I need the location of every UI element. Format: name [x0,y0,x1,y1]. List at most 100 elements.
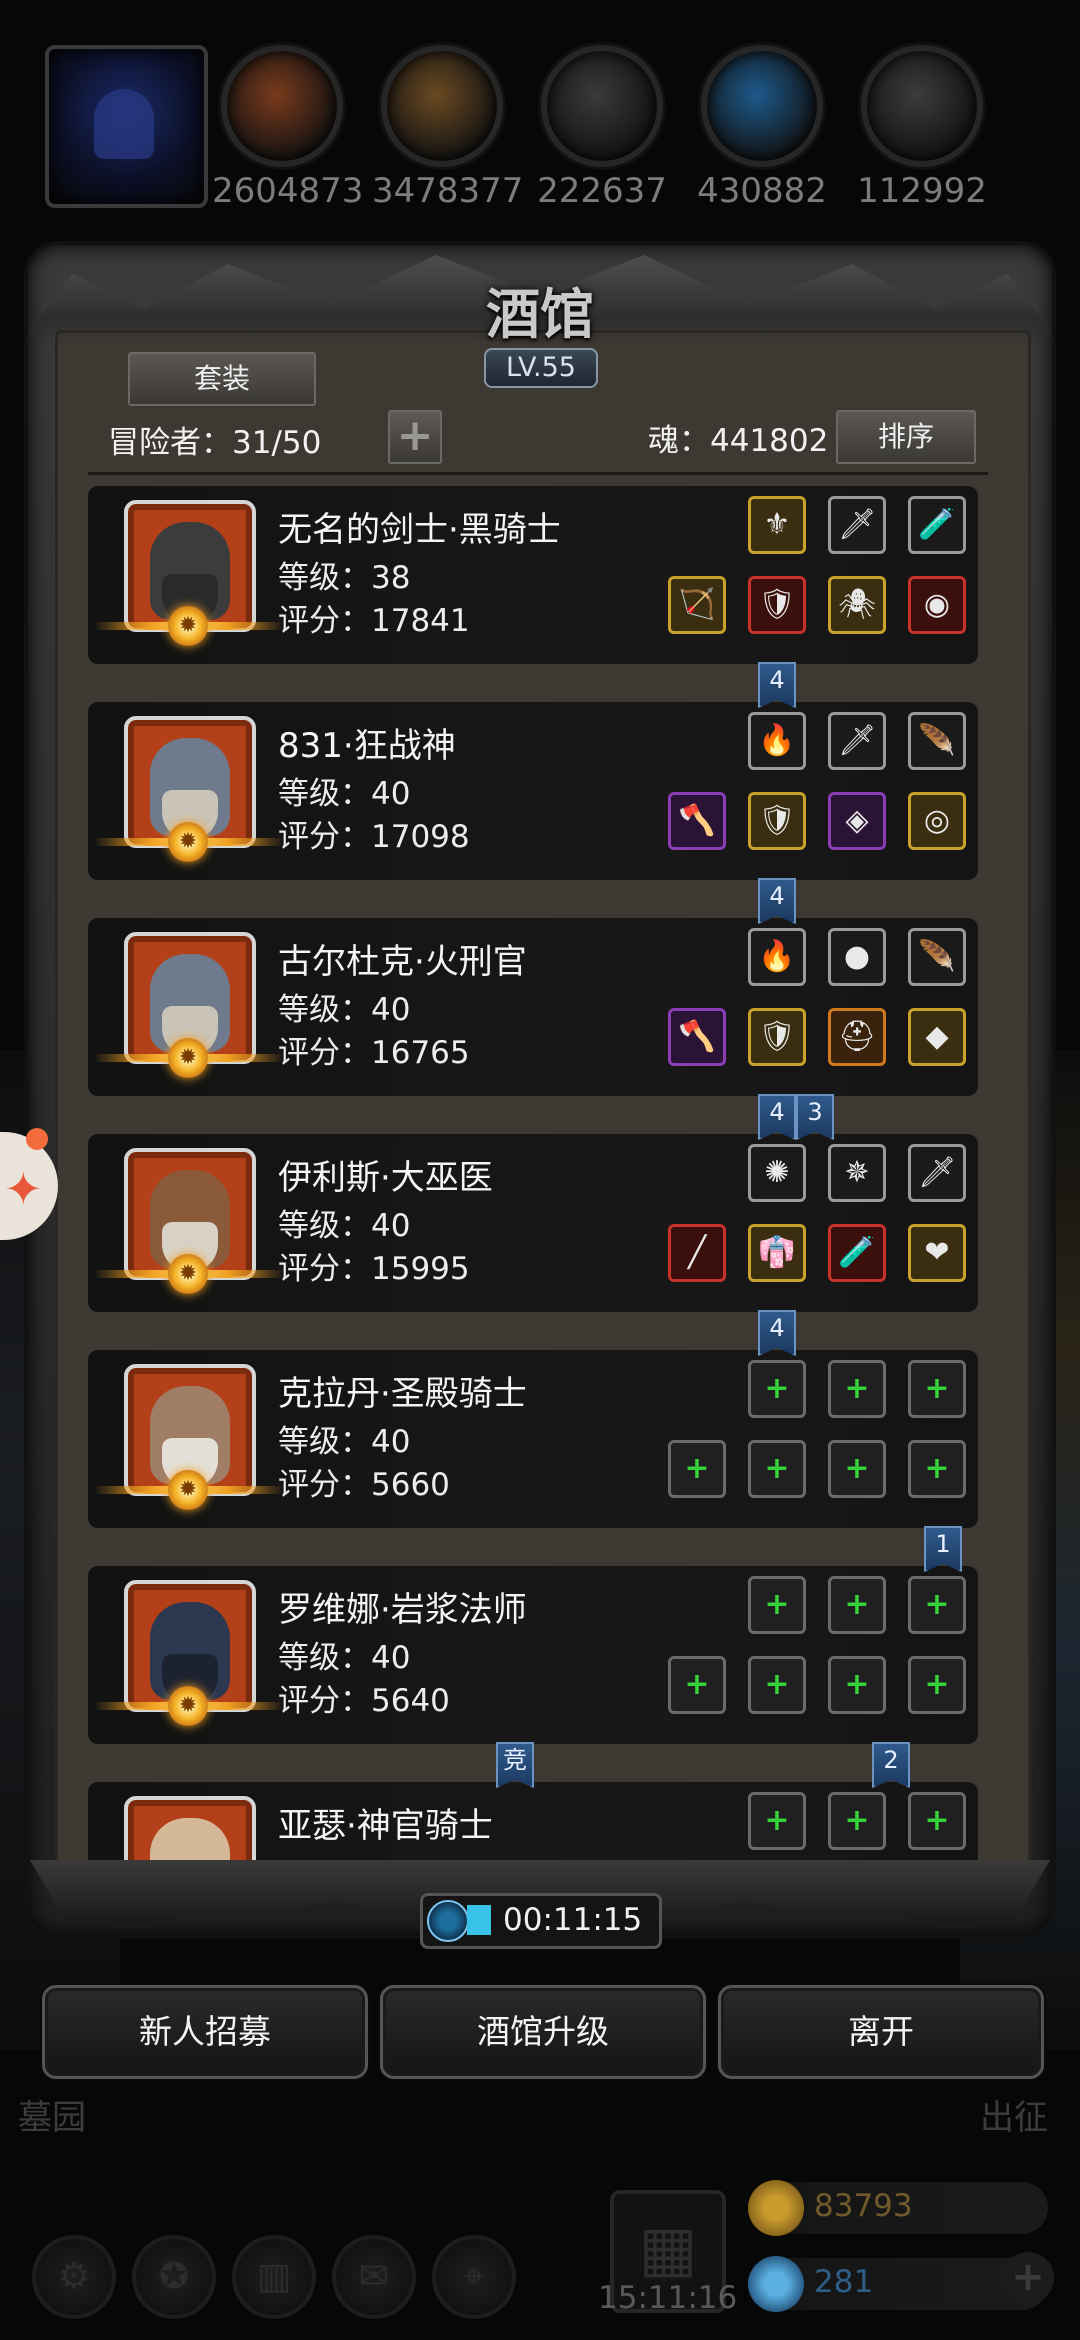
equipment-slot[interactable]: + [748,1360,806,1418]
equipment-slot[interactable]: ◈ [828,792,886,850]
equipment-slot[interactable]: + [748,1576,806,1634]
wood-icon [381,45,503,167]
gear-icon[interactable]: ⚙ [32,2235,116,2319]
add-adventurer-slot-button[interactable]: + [388,410,442,464]
equipment-slot[interactable]: 🕷 [828,576,886,634]
hero-card[interactable]: ✹ 伊利斯·大巫医 等级：40 评分：15995 ✺ ✵ 🗡 ╱ 👘 🧪 ❤ [88,1134,978,1312]
star-icon[interactable]: ✪ [132,2235,216,2319]
equipment-slot[interactable]: 🗡 [828,712,886,770]
hero-score: 评分：5660 [278,1467,450,1503]
tavern-level-badge: LV.55 [484,348,598,388]
sort-button[interactable]: 排序 [836,410,976,464]
equipment-slot[interactable]: + [908,1576,966,1634]
equipment-slot[interactable]: + [748,1656,806,1714]
equipment-slot[interactable]: ✺ [748,1144,806,1202]
gold-value: 83793 [814,2188,913,2224]
equipment-slot[interactable]: 🗡 [828,496,886,554]
equipment-slot[interactable]: + [668,1440,726,1498]
equipment-slot[interactable]: ⚜ [748,496,806,554]
hero-name: 罗维娜·岩浆法师 [278,1590,527,1630]
equipment-slot[interactable]: + [908,1360,966,1418]
equipment-slot[interactable]: 🔥 [748,712,806,770]
equipment-slot[interactable]: + [908,1792,966,1850]
hero-score: 评分：16765 [278,1035,470,1071]
equipment-slot[interactable]: 🗡 [908,1144,966,1202]
equipment-slot[interactable]: ● [828,928,886,986]
hero-card[interactable]: ✹ 无名的剑士·黑骑士 等级：38 评分：17841 ⚜ 🗡 🧪 🏹 🛡 🕷 ◉ [88,486,978,664]
resource-1[interactable]: 3478377 [372,45,524,211]
equipment-slot[interactable]: 🛡 [748,576,806,634]
equipment-slot[interactable]: 🧪 [908,496,966,554]
equipment-slot[interactable]: + [748,1792,806,1850]
equipment-slot[interactable]: + [748,1440,806,1498]
rank-emblem-icon: ✹ [168,606,208,646]
equipment-slot[interactable]: ✵ [828,1144,886,1202]
equipment-slot[interactable]: + [828,1360,886,1418]
hero-list[interactable]: ✹ 无名的剑士·黑骑士 等级：38 评分：17841 ⚜ 🗡 🧪 🏹 🛡 🕷 ◉ ✹ 831·狂战神 等级… [82,486,982,1874]
tavern-upgrade-button[interactable]: 酒馆升级 [380,1985,706,2079]
equipment-slot[interactable]: 👘 [748,1224,806,1282]
rank-emblem-icon: ✹ [168,1470,208,1510]
equipment-slot[interactable]: + [668,1656,726,1714]
star-icon: ✦ [4,1162,43,1216]
rank-emblem-icon: ✹ [168,1254,208,1294]
hero-name: 831·狂战神 [278,726,456,766]
hero-card[interactable]: ✹ 罗维娜·岩浆法师 等级：40 评分：5640 + + + + + + + [88,1566,978,1744]
add-currency-button[interactable]: + [1002,2252,1054,2304]
equipment-slot[interactable]: 🪶 [908,712,966,770]
hero-level: 等级：40 [278,1208,411,1244]
hero-name: 古尔杜克·火刑官 [278,942,527,982]
resource-0[interactable]: 2604873 [212,45,364,211]
equipment-slot[interactable]: + [828,1440,886,1498]
hero-score: 评分：17098 [278,819,470,855]
suit-button[interactable]: 套装 [128,352,316,406]
equipment-slot[interactable]: ◆ [908,1008,966,1066]
resource-3[interactable]: 430882 [692,45,832,211]
equipment-slot[interactable]: 🛡 [748,1008,806,1066]
clock-icon [427,1900,469,1942]
hero-card[interactable]: ✹ 古尔杜克·火刑官等级：40 评分：16765 🔥 ● 🪶 🪓 🛡 ⛑ ◆ [88,918,978,1096]
resource-2[interactable]: 222637 [532,45,672,211]
hero-card[interactable]: ✹ 831·狂战神 等级：40 评分：17098 🔥 🗡 🪶 🪓 🛡 ◈ ◎ [88,702,978,880]
equipment-slot[interactable]: + [908,1440,966,1498]
hero-level: 等级：40 [278,1424,411,1460]
resource-value: 222637 [537,171,667,211]
graveyard-label[interactable]: 墓园 [18,2090,86,2139]
adventurer-count: 冒险者：31/50 [108,425,322,461]
equipment-slot[interactable]: 🪶 [908,928,966,986]
resource-4[interactable]: 112992 [852,45,992,211]
stone-icon [541,45,663,167]
equipment-slot[interactable]: ⛑ [828,1008,886,1066]
expedition-label[interactable]: 出征 [980,2090,1048,2139]
resource-value: 2604873 [212,171,364,211]
recruit-button[interactable]: 新人招募 [42,1985,368,2079]
equipment-slot[interactable]: ◎ [908,792,966,850]
mail-icon[interactable]: ✉ [332,2235,416,2319]
equipment-slot[interactable]: ◉ [908,576,966,634]
timer-text: 00:11:15 [503,1902,643,1938]
rank-emblem-icon: ✹ [168,1038,208,1078]
equipment-slot[interactable]: 🏹 [668,576,726,634]
hero-level: 等级：40 [278,992,411,1028]
leave-button[interactable]: 离开 [718,1985,1044,2079]
equipment-slot[interactable]: + [828,1576,886,1634]
equipment-slot[interactable]: + [828,1792,886,1850]
equipment-slot[interactable]: + [828,1656,886,1714]
book-icon[interactable]: ▥ [232,2235,316,2319]
map-icon[interactable]: ⌖ [432,2235,516,2319]
avatar-figure [94,89,154,159]
hero-card[interactable]: ✹ 克拉丹·圣殿骑士 等级：40 评分：5660 + + + + + + + [88,1350,978,1528]
equipment-slot[interactable]: 🪓 [668,792,726,850]
player-avatar[interactable] [45,45,208,208]
hero-score: 评分：15995 [278,1251,470,1287]
panel-title: 酒馆 [486,282,594,346]
game-clock: 15:11:16 [598,2280,738,2316]
resource-value: 3478377 [372,171,524,211]
equipment-slot[interactable]: ❤ [908,1224,966,1282]
equipment-slot[interactable]: + [908,1656,966,1714]
equipment-slot[interactable]: ╱ [668,1224,726,1282]
equipment-slot[interactable]: 🔥 [748,928,806,986]
equipment-slot[interactable]: 🛡 [748,792,806,850]
equipment-slot[interactable]: 🧪 [828,1224,886,1282]
equipment-slot[interactable]: 🪓 [668,1008,726,1066]
